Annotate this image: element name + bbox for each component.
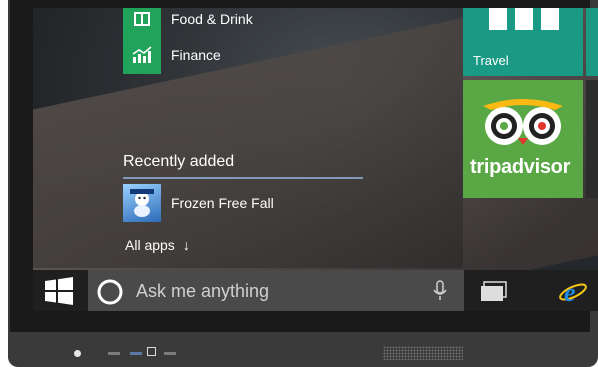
window-square-icon[interactable] [147, 347, 156, 356]
tile-tripadvisor[interactable]: tripadvisor [463, 80, 583, 198]
app-list-item-food-drink[interactable]: Food & Drink [123, 8, 253, 38]
app-label: Finance [171, 47, 221, 63]
arrow-down-icon: ↓ [182, 237, 190, 253]
food-drink-icon [123, 8, 161, 38]
hardware-button[interactable] [108, 352, 120, 355]
microphone-icon[interactable] [432, 280, 448, 302]
power-indicator-icon [74, 350, 81, 357]
speaker-grille [383, 346, 463, 360]
hardware-button[interactable] [130, 352, 142, 355]
finance-chart-icon [123, 36, 161, 74]
tripadvisor-label: tripadvisor [470, 156, 571, 178]
svg-text:e: e [564, 278, 576, 306]
internet-explorer-icon[interactable]: e [558, 276, 588, 306]
travel-suitcase-icon [489, 8, 559, 30]
frozen-free-fall-icon [123, 184, 161, 222]
tile-travel[interactable]: Travel [463, 8, 583, 76]
recently-added-heading: Recently added [123, 153, 235, 170]
windows-logo-icon [45, 276, 73, 305]
cortana-icon [97, 279, 123, 305]
tile-partial[interactable] [586, 80, 598, 198]
heading-underline [123, 177, 363, 179]
app-list-item-frozen-free-fall[interactable]: Frozen Free Fall [123, 184, 274, 222]
tile-partial[interactable] [586, 8, 598, 76]
all-apps-label: All apps [125, 237, 175, 253]
all-apps-button[interactable]: All apps ↓ [125, 237, 190, 253]
search-placeholder: Ask me anything [136, 281, 270, 301]
app-label: Food & Drink [171, 11, 253, 27]
start-menu: Food & Drink Finance Recently added Froz… [33, 8, 463, 268]
screen: Food & Drink Finance Recently added Froz… [33, 8, 598, 311]
app-label: Frozen Free Fall [171, 195, 274, 211]
search-box[interactable]: Ask me anything [88, 270, 464, 311]
tile-label: Travel [473, 53, 509, 68]
app-list-item-finance[interactable]: Finance [123, 36, 221, 74]
hardware-button[interactable] [164, 352, 176, 355]
taskbar: Ask me anything e [33, 270, 598, 311]
start-button[interactable] [33, 270, 85, 311]
tripadvisor-owl-icon [483, 99, 563, 145]
task-view-icon[interactable] [480, 280, 510, 302]
